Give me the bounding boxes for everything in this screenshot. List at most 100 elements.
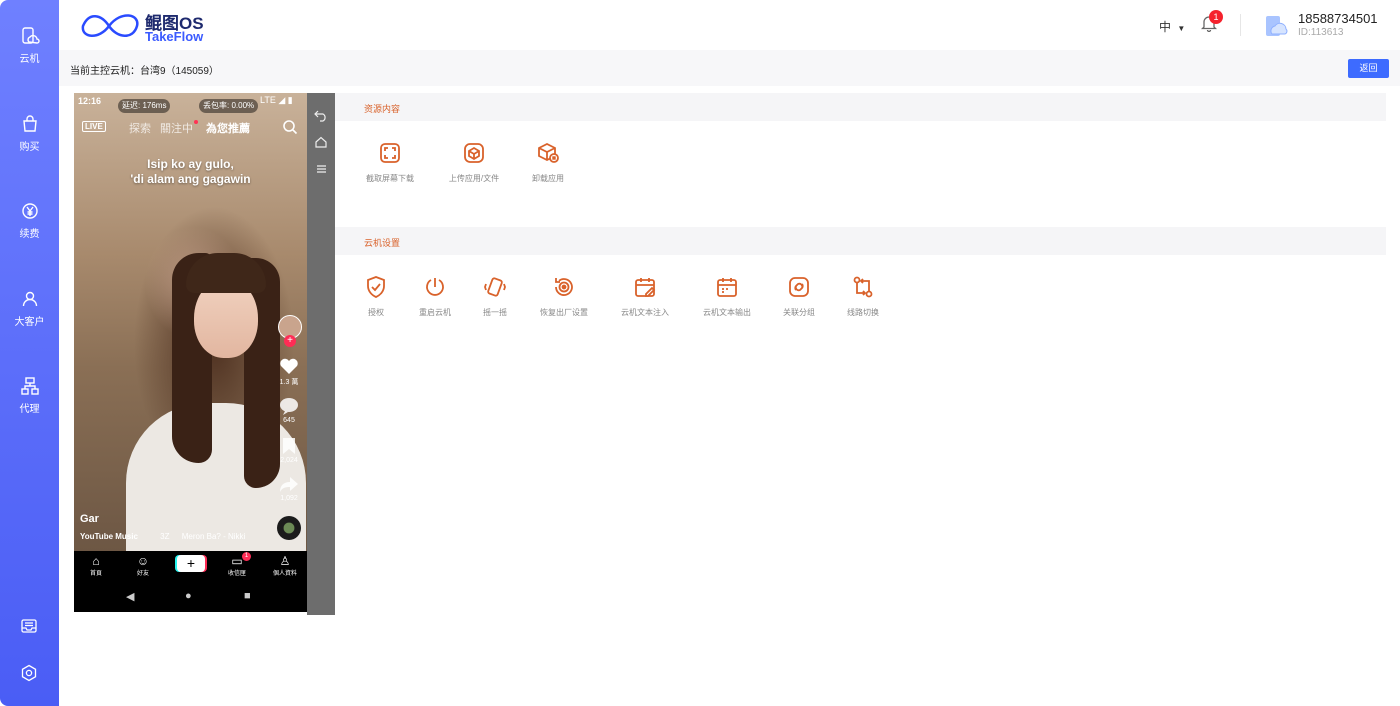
takeflow-logo-icon bbox=[81, 14, 139, 37]
cloud-phone-icon bbox=[21, 27, 40, 44]
tab-following[interactable]: 關注中 bbox=[160, 123, 193, 135]
phone-control-toolbar bbox=[307, 93, 335, 615]
message-box-button[interactable] bbox=[20, 617, 38, 640]
nav-label: 首頁 bbox=[89, 571, 102, 577]
tab-for-you[interactable]: 為您推薦 bbox=[206, 123, 250, 135]
org-chart-icon bbox=[20, 377, 39, 395]
factory-reset-button[interactable]: 恢复出厂设置 bbox=[519, 275, 609, 318]
save-button[interactable]: 2,024 bbox=[276, 437, 302, 464]
share-button[interactable]: 1,092 bbox=[276, 475, 302, 502]
search-icon[interactable] bbox=[282, 119, 298, 135]
music-info[interactable]: YouTube Music 3Z Meron Ba? - Nikki bbox=[80, 532, 245, 541]
upload-package-icon bbox=[464, 143, 484, 163]
user-icon bbox=[22, 291, 37, 307]
action-label: 卸载应用 bbox=[532, 174, 564, 183]
nav-label: 好友 bbox=[136, 571, 149, 577]
factory-reset-icon bbox=[555, 278, 573, 296]
tiktok-bottom-nav: ⌂ 首頁 ☺ 好友 + ▭ 收信匣 1 ♙ 個人資料 bbox=[74, 551, 307, 581]
heart-icon bbox=[280, 358, 298, 374]
comment-icon bbox=[280, 398, 298, 415]
user-id: ID:113613 bbox=[1298, 27, 1344, 38]
sidebar-item-label: 续费 bbox=[19, 229, 40, 240]
android-home-icon[interactable]: ● bbox=[185, 590, 192, 602]
nav-friends[interactable]: ☺ 好友 bbox=[123, 554, 163, 577]
friends-icon: ☺ bbox=[136, 554, 150, 568]
screenshot-download-button[interactable]: 截取屏幕下载 bbox=[345, 141, 435, 184]
back-button[interactable]: 返回 bbox=[1348, 59, 1389, 78]
notification-badge: 1 bbox=[1209, 10, 1223, 24]
android-back-icon[interactable]: ◀ bbox=[126, 590, 134, 603]
avatar[interactable] bbox=[1264, 14, 1288, 38]
nav-home[interactable]: ⌂ 首頁 bbox=[76, 554, 116, 577]
sidebar-item-label: 云机 bbox=[19, 54, 40, 65]
tab-explore[interactable]: 探索 bbox=[129, 123, 151, 135]
video-author[interactable]: Gar bbox=[80, 513, 99, 525]
text-inject-button[interactable]: 云机文本注入 bbox=[600, 275, 690, 318]
sidebar-item-enterprise[interactable]: 大客户 bbox=[0, 289, 59, 328]
sidebar-item-cloud[interactable]: 云机 bbox=[0, 26, 59, 65]
action-label: 截取屏幕下载 bbox=[366, 174, 414, 183]
music-source: YouTube Music bbox=[80, 532, 138, 541]
latency-pill: 延迟: 176ms bbox=[118, 99, 171, 113]
create-post-button[interactable]: + bbox=[177, 555, 205, 572]
sidebar-item-label: 购买 bbox=[19, 142, 40, 153]
sidebar-item-agent[interactable]: 代理 bbox=[0, 376, 59, 415]
notification-button[interactable]: 1 bbox=[1200, 10, 1223, 37]
comment-button[interactable]: 645 bbox=[276, 397, 302, 424]
shake-phone-icon bbox=[484, 277, 506, 297]
cloud-phone-screen[interactable]: 12:16 延迟: 176ms 丢包率: 0.00% LTE ◢ ▮ LIVE … bbox=[74, 93, 307, 612]
calendar-output-icon bbox=[717, 278, 737, 297]
uninstall-app-button[interactable]: 卸载应用 bbox=[503, 141, 593, 184]
route-switch-button[interactable]: 线路切换 bbox=[818, 275, 908, 318]
shield-check-icon bbox=[367, 276, 385, 298]
message-box-icon bbox=[21, 619, 37, 633]
feed-tabs: 探索 關注中 為您推薦 bbox=[129, 120, 259, 136]
uninstall-app-icon bbox=[538, 142, 559, 163]
route-switch-icon bbox=[853, 276, 873, 298]
save-count: 2,024 bbox=[280, 457, 298, 464]
caret-down-icon: ▼ bbox=[1177, 24, 1186, 33]
inbox-badge: 1 bbox=[242, 552, 251, 561]
share-count: 1,092 bbox=[280, 495, 298, 502]
language-selector[interactable]: 中 ▼ bbox=[1159, 18, 1185, 35]
bookmark-icon bbox=[283, 438, 295, 454]
language-label: 中 bbox=[1159, 20, 1172, 34]
home-icon[interactable] bbox=[314, 135, 328, 149]
menu-list-icon[interactable] bbox=[314, 162, 328, 176]
section-title: 资源内容 bbox=[364, 104, 401, 114]
sidebar: 云机 购买 续费 大客户 代理 bbox=[0, 0, 59, 706]
like-button[interactable]: 1.3 萬 bbox=[276, 357, 302, 387]
undo-back-icon[interactable] bbox=[314, 108, 328, 122]
nav-profile[interactable]: ♙ 個人資料 bbox=[265, 554, 305, 577]
android-recents-icon[interactable]: ■ bbox=[244, 590, 251, 602]
action-label: 云机文本注入 bbox=[621, 308, 669, 317]
settings-button[interactable] bbox=[20, 664, 38, 687]
screenshot-icon bbox=[380, 143, 400, 163]
live-button[interactable]: LIVE bbox=[82, 121, 106, 132]
video-caption: Isip ko ay gulo, 'di alam ang gagawin bbox=[74, 157, 307, 187]
android-nav-bar: ◀ ● ■ bbox=[74, 583, 307, 612]
section-title: 云机设置 bbox=[364, 238, 401, 248]
brand-name-en: TakeFlow bbox=[145, 29, 204, 44]
sidebar-item-buy[interactable]: 购买 bbox=[0, 114, 59, 153]
home-icon: ⌂ bbox=[92, 554, 100, 568]
inbox-icon: ▭ bbox=[231, 554, 243, 568]
phone-time: 12:16 bbox=[78, 96, 102, 106]
device-bar: 当前主控云机：台湾9（145059） 返回 bbox=[59, 50, 1400, 86]
link-group-icon bbox=[789, 277, 809, 297]
music-code: 3Z bbox=[160, 532, 170, 541]
follow-plus-icon[interactable]: + bbox=[284, 335, 296, 347]
power-icon bbox=[426, 278, 444, 296]
caption-line: Isip ko ay gulo, bbox=[147, 157, 234, 171]
sidebar-item-label: 大客户 bbox=[14, 317, 45, 328]
action-label: 线路切换 bbox=[847, 308, 879, 317]
comment-count: 645 bbox=[283, 417, 295, 424]
nav-inbox[interactable]: ▭ 收信匣 1 bbox=[217, 552, 257, 577]
sidebar-item-renew[interactable]: 续费 bbox=[0, 201, 59, 240]
settings-icon bbox=[21, 664, 37, 682]
music-disc[interactable] bbox=[277, 516, 301, 540]
current-device-label: 当前主控云机：台湾9（145059） bbox=[70, 66, 219, 77]
caption-line: 'di alam ang gagawin bbox=[130, 172, 251, 186]
header-divider bbox=[1240, 14, 1241, 36]
nav-label: 收信匣 bbox=[227, 571, 246, 577]
